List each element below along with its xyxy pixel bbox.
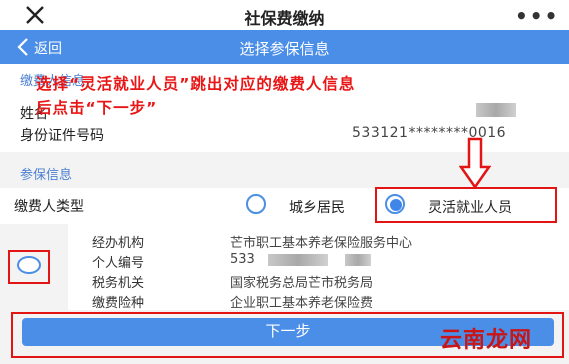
detail-label-agency: 经办机构 — [92, 236, 145, 251]
id-label: 身份证件号码 — [20, 128, 104, 144]
personal-id-redacted-1 — [268, 254, 328, 266]
detail-value-tax-office: 国家税务总局芒市税务局 — [230, 276, 374, 291]
payer-type-label: 缴费人类型 — [14, 199, 84, 215]
option-urban-rural-label[interactable]: 城乡居民 — [289, 197, 345, 217]
personal-id-redacted-2 — [345, 254, 371, 266]
detail-label-insurance-type: 缴费险种 — [92, 296, 145, 311]
watermark-text: 云南龙网 — [440, 328, 533, 353]
section-insured-info: 参保信息 — [20, 168, 73, 183]
more-icon[interactable]: ••• — [515, 4, 559, 28]
name-value-redacted — [476, 103, 516, 117]
annotation-line-1: 选择“灵活就业人员”跳出对应的缴费人信息 — [36, 75, 356, 93]
detail-select-radio[interactable] — [17, 256, 41, 274]
detail-label-personal-id: 个人编号 — [92, 256, 145, 271]
radio-urban-rural[interactable] — [246, 194, 266, 214]
detail-value-agency: 芒市职工基本养老保险服务中心 — [230, 236, 413, 251]
detail-value-personal-id: 533 — [230, 252, 255, 267]
detail-value-insurance-type: 企业职工基本养老保险费 — [230, 296, 374, 311]
page-title: 选择参保信息 — [239, 40, 330, 58]
down-arrow-icon — [459, 137, 491, 189]
window-title: 社保费缴纳 — [244, 9, 325, 28]
detail-label-tax-office: 税务机关 — [92, 276, 145, 291]
highlight-box-option — [375, 187, 557, 223]
annotation-line-2: 后点击“下一步” — [36, 99, 158, 117]
